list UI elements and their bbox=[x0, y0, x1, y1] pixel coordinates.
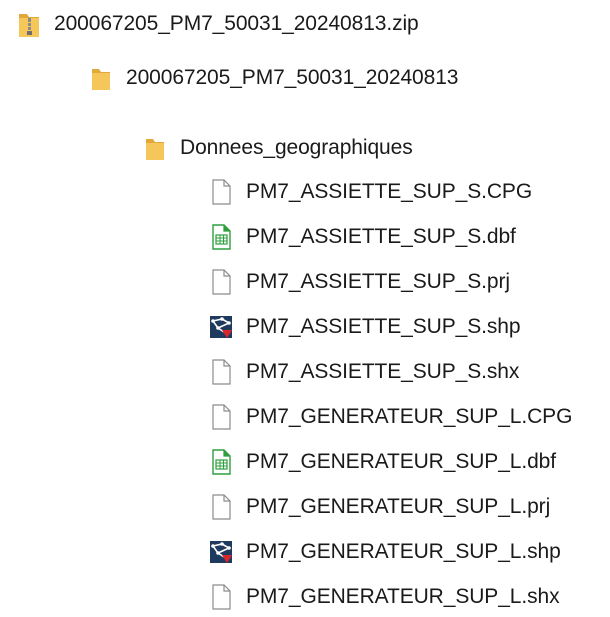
tree-item-label: Donnees_geographiques bbox=[180, 136, 413, 159]
tree-item-file[interactable]: PM7_GENERATEUR_SUP_L.CPG bbox=[208, 397, 572, 437]
spreadsheet-file-icon bbox=[208, 222, 234, 252]
tree-item-label: PM7_GENERATEUR_SUP_L.shp bbox=[246, 540, 561, 563]
shapefile-icon bbox=[208, 312, 234, 342]
blank-file-icon bbox=[208, 267, 234, 297]
tree-item-subfolder[interactable]: Donnees_geographiques bbox=[142, 128, 413, 168]
tree-item-label: PM7_ASSIETTE_SUP_S.shx bbox=[246, 360, 520, 383]
blank-file-icon bbox=[208, 402, 234, 432]
tree-item-label: PM7_GENERATEUR_SUP_L.dbf bbox=[246, 450, 556, 473]
tree-item-file[interactable]: PM7_GENERATEUR_SUP_L.shp bbox=[208, 532, 561, 572]
blank-file-icon bbox=[208, 177, 234, 207]
blank-file-icon bbox=[208, 357, 234, 387]
tree-item-zip[interactable]: 200067205_PM7_50031_20240813.zip bbox=[16, 4, 419, 44]
tree-item-label: PM7_ASSIETTE_SUP_S.CPG bbox=[246, 180, 533, 203]
folder-icon bbox=[142, 133, 168, 163]
tree-item-label: PM7_GENERATEUR_SUP_L.CPG bbox=[246, 405, 573, 428]
file-tree: 200067205_PM7_50031_20240813.zip 2000672… bbox=[0, 0, 610, 616]
tree-item-file[interactable]: PM7_GENERATEUR_SUP_L.prj bbox=[208, 487, 550, 527]
tree-item-file[interactable]: PM7_ASSIETTE_SUP_S.prj bbox=[208, 262, 510, 302]
tree-item-file[interactable]: PM7_ASSIETTE_SUP_S.shp bbox=[208, 307, 521, 347]
zip-folder-icon bbox=[16, 9, 42, 39]
folder-icon bbox=[88, 63, 114, 93]
tree-item-file[interactable]: PM7_ASSIETTE_SUP_S.CPG bbox=[208, 172, 532, 212]
spreadsheet-file-icon bbox=[208, 447, 234, 477]
blank-file-icon bbox=[208, 492, 234, 522]
tree-item-folder[interactable]: 200067205_PM7_50031_20240813 bbox=[88, 58, 458, 98]
tree-item-file[interactable]: PM7_GENERATEUR_SUP_L.shx bbox=[208, 577, 560, 617]
tree-item-label: PM7_ASSIETTE_SUP_S.prj bbox=[246, 270, 510, 293]
tree-item-label: PM7_ASSIETTE_SUP_S.dbf bbox=[246, 225, 516, 248]
tree-item-label: 200067205_PM7_50031_20240813.zip bbox=[54, 12, 419, 35]
tree-item-label: PM7_GENERATEUR_SUP_L.prj bbox=[246, 495, 551, 518]
tree-item-file[interactable]: PM7_ASSIETTE_SUP_S.dbf bbox=[208, 217, 516, 257]
tree-item-label: 200067205_PM7_50031_20240813 bbox=[126, 66, 459, 89]
shapefile-icon bbox=[208, 537, 234, 567]
tree-item-file[interactable]: PM7_ASSIETTE_SUP_S.shx bbox=[208, 352, 519, 392]
blank-file-icon bbox=[208, 582, 234, 612]
tree-item-label: PM7_GENERATEUR_SUP_L.shx bbox=[246, 585, 560, 608]
tree-item-label: PM7_ASSIETTE_SUP_S.shp bbox=[246, 315, 521, 338]
tree-item-file[interactable]: PM7_GENERATEUR_SUP_L.dbf bbox=[208, 442, 556, 482]
